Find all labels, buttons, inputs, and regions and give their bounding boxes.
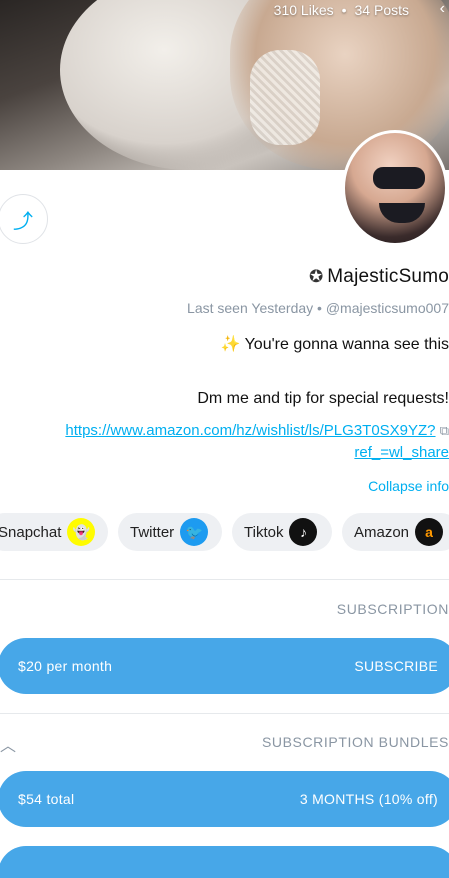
divider xyxy=(0,713,449,714)
bundles-heading: SUBSCRIPTION BUNDLES xyxy=(261,734,449,750)
wishlist-link-block: https://www.amazon.com/hz/wishlist/ls/PL… xyxy=(18,420,449,464)
social-label: Twitter xyxy=(130,523,175,541)
profile-name-row: ✪ MajesticSumo xyxy=(309,266,449,288)
share-button[interactable]: ⤴ xyxy=(0,194,48,244)
profile-meta: Last seen Yesterday • @majesticsumo007 xyxy=(187,300,449,316)
subscribe-price: $20 per month xyxy=(18,658,113,674)
posts-count: 34 Posts xyxy=(354,2,409,18)
social-label: Tiktok xyxy=(244,523,284,541)
cover-shape xyxy=(250,50,320,145)
subscription-heading: SUBSCRIPTION xyxy=(336,601,449,617)
wishlist-link[interactable]: https://www.amazon.com/hz/wishlist/ls/PL… xyxy=(65,422,435,439)
last-seen: Last seen Yesterday xyxy=(187,300,314,316)
wishlist-link-continued[interactable]: ref_=wl_share xyxy=(354,444,449,461)
divider xyxy=(0,579,449,580)
collapse-info-link[interactable]: Collapse info xyxy=(368,478,449,494)
twitter-icon: 🐦 xyxy=(180,518,209,546)
snapchat-icon: 👻 xyxy=(67,518,96,546)
social-label: Snapchat xyxy=(0,523,62,541)
bundle-button-3-months[interactable]: $54 total 3 MONTHS (10% off) xyxy=(0,771,449,827)
social-chip-tiktok[interactable]: Tiktok ♪ xyxy=(232,513,332,551)
profile-handle: @majesticsumo007 xyxy=(325,300,449,316)
social-chip-snapchat[interactable]: Snapchat 👻 xyxy=(0,513,108,551)
back-arrow-icon[interactable]: ‹ xyxy=(440,0,445,18)
likes-count: 310 Likes xyxy=(273,2,334,18)
social-links: Amazon a Tiktok ♪ Twitter 🐦 Snapchat 👻 xyxy=(0,513,449,553)
avatar-detail xyxy=(379,203,425,223)
bundle-button-next[interactable] xyxy=(0,846,449,878)
share-icon: ⤴ xyxy=(13,210,33,233)
chevron-up-icon[interactable]: ︿ xyxy=(0,732,16,756)
bio-line: Dm me and tip for special requests! xyxy=(197,390,449,407)
bundle-price: $54 total xyxy=(18,791,75,807)
stats-separator: • xyxy=(341,2,347,18)
social-chip-amazon[interactable]: Amazon a xyxy=(342,513,449,551)
bio-line: ✨ You're gonna wanna see this xyxy=(221,334,449,354)
bundle-label: 3 MONTHS (10% off) xyxy=(299,791,438,807)
social-chip-twitter[interactable]: Twitter 🐦 xyxy=(118,513,222,551)
bio-text: You're gonna wanna see this xyxy=(244,336,449,353)
external-link-icon: ⧉ xyxy=(439,423,449,438)
subscribe-label: SUBSCRIBE xyxy=(354,658,438,674)
profile-name: MajesticSumo xyxy=(327,266,449,287)
sparkles-icon: ✨ xyxy=(220,336,241,353)
meta-separator: • xyxy=(317,300,322,316)
amazon-icon: a xyxy=(415,518,444,546)
social-label: Amazon xyxy=(354,523,410,541)
avatar-detail xyxy=(373,167,425,189)
tiktok-icon: ♪ xyxy=(289,518,318,546)
subscribe-button[interactable]: $20 per month SUBSCRIBE xyxy=(0,638,449,694)
avatar[interactable] xyxy=(342,130,448,246)
profile-stats: 310 Likes • 34 Posts xyxy=(274,2,409,18)
verified-badge-icon: ✪ xyxy=(309,267,324,286)
